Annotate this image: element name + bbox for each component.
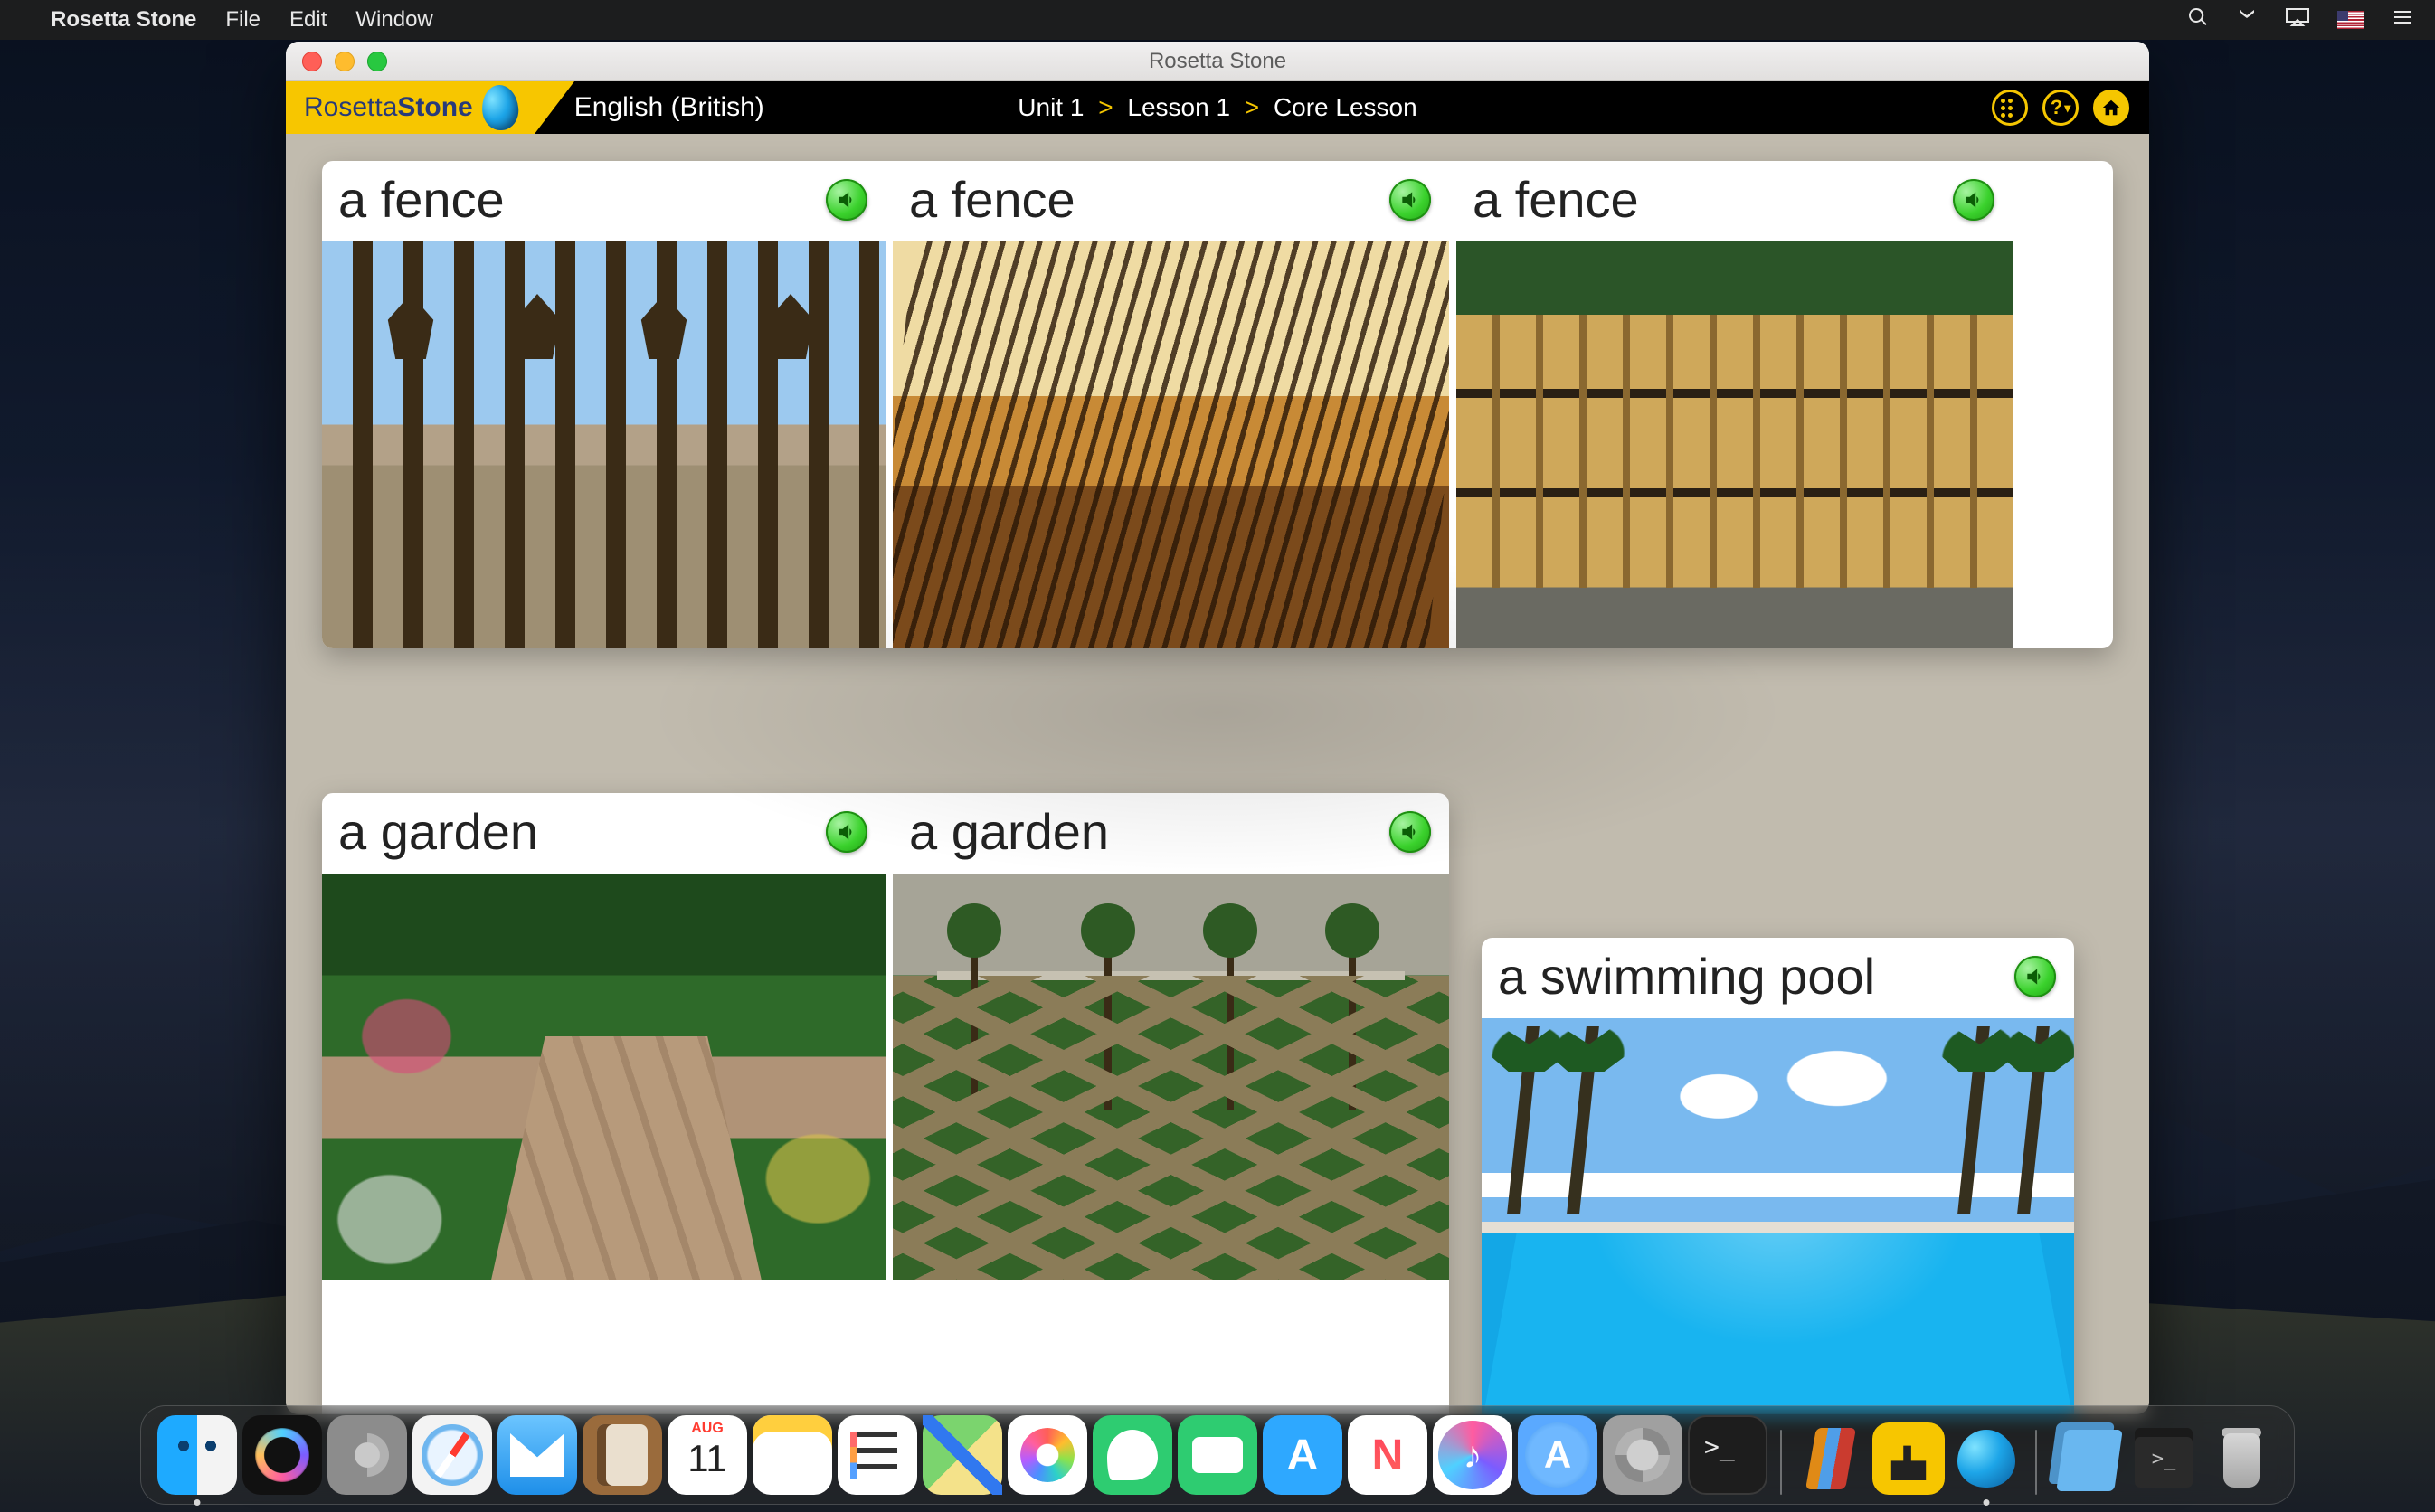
- window-title: Rosetta Stone: [286, 49, 2149, 74]
- notification-center-icon[interactable]: [2392, 6, 2413, 34]
- window-traffic-lights: [286, 52, 387, 71]
- card-group-row-1: a fence a fence: [322, 161, 2113, 648]
- macos-menubar: Rosetta Stone File Edit Window: [0, 0, 2435, 40]
- dock-itunes-icon[interactable]: [1433, 1415, 1512, 1495]
- dock-messages-icon[interactable]: [1093, 1415, 1172, 1495]
- dock-separator: [2035, 1430, 2037, 1495]
- input-source-us-flag-icon[interactable]: [2337, 11, 2364, 29]
- dock-downloads-icon[interactable]: [2050, 1422, 2122, 1495]
- dock-finder-icon[interactable]: [157, 1415, 237, 1495]
- play-audio-button[interactable]: [1389, 179, 1431, 221]
- lesson-card[interactable]: a garden: [886, 793, 1449, 1414]
- card-group-row-2a: a garden a garden: [322, 793, 1449, 1414]
- dock-system-preferences-icon[interactable]: [1603, 1415, 1682, 1495]
- play-audio-button[interactable]: [2014, 956, 2056, 997]
- menu-window[interactable]: Window: [355, 7, 432, 33]
- breadcrumb-section: Core Lesson: [1274, 93, 1417, 121]
- lesson-card[interactable]: a fence: [322, 161, 886, 648]
- dock-contacts-icon[interactable]: [583, 1415, 662, 1495]
- card-label: a swimming pool: [1498, 947, 1875, 1006]
- card-group-row-2b: a swimming pool: [1482, 938, 2074, 1414]
- dock-calendar-icon[interactable]: [668, 1415, 747, 1495]
- card-label: a fence: [909, 170, 1075, 229]
- window-close-button[interactable]: [302, 52, 322, 71]
- app-header-bar: RosettaStone English (British) Unit 1 > …: [286, 81, 2149, 134]
- lesson-work-area: a fence a fence: [286, 134, 2149, 1414]
- play-audio-button[interactable]: [1389, 811, 1431, 853]
- dock-separator: [1780, 1430, 1782, 1495]
- dock-folder-icon[interactable]: [2127, 1422, 2200, 1495]
- window-minimize-button[interactable]: [335, 52, 355, 71]
- card-label: a garden: [909, 802, 1109, 861]
- card-image-garden-formal: [893, 874, 1449, 1280]
- menu-extra-icon[interactable]: [2236, 6, 2258, 34]
- dock-books-stack-icon[interactable]: [1795, 1422, 1867, 1495]
- play-audio-button[interactable]: [1953, 179, 1994, 221]
- dock-news-icon[interactable]: [1348, 1415, 1427, 1495]
- dock-safari-icon[interactable]: [412, 1415, 492, 1495]
- card-image-garden-path: [322, 874, 886, 1280]
- macos-dock: [140, 1405, 2295, 1505]
- window-zoom-button[interactable]: [367, 52, 387, 71]
- dock-rosetta-stone-icon[interactable]: [1950, 1422, 2023, 1495]
- lesson-card[interactable]: a garden: [322, 793, 886, 1414]
- menu-edit[interactable]: Edit: [289, 7, 327, 33]
- window-titlebar[interactable]: Rosetta Stone: [286, 42, 2149, 81]
- dock-reminders-icon[interactable]: [838, 1415, 917, 1495]
- dock-terminal-icon[interactable]: [1688, 1415, 1767, 1495]
- card-label: a fence: [1473, 170, 1639, 229]
- card-image-fence-bamboo: [1456, 241, 2013, 648]
- rosetta-stone-icon: [480, 83, 520, 131]
- help-button[interactable]: ?▾: [2042, 90, 2079, 126]
- app-window: Rosetta Stone RosettaStone English (Brit…: [286, 42, 2149, 1414]
- dock-maps-icon[interactable]: [923, 1415, 1002, 1495]
- logo-text-a: Rosetta: [304, 92, 397, 122]
- language-label[interactable]: English (British): [574, 92, 764, 123]
- dock-forklift-icon[interactable]: [1872, 1422, 1945, 1495]
- breadcrumb-lesson: Lesson 1: [1127, 93, 1230, 121]
- lesson-card[interactable]: a swimming pool: [1482, 938, 2074, 1414]
- lesson-card[interactable]: a fence: [1449, 161, 2013, 648]
- card-image-swimming-pool: [1482, 1018, 2074, 1414]
- lesson-card[interactable]: a fence: [886, 161, 1449, 648]
- menu-file[interactable]: File: [225, 7, 261, 33]
- dock-photos-icon[interactable]: [1008, 1415, 1087, 1495]
- breadcrumb-unit: Unit 1: [1018, 93, 1084, 121]
- home-button[interactable]: [2093, 90, 2129, 126]
- score-overview-button[interactable]: [1992, 90, 2028, 126]
- card-label: a fence: [338, 170, 505, 229]
- rosetta-stone-logo[interactable]: RosettaStone: [286, 81, 535, 134]
- card-label: a garden: [338, 802, 538, 861]
- dock-siri-icon[interactable]: [242, 1415, 322, 1495]
- dock-trash-icon[interactable]: [2205, 1422, 2278, 1495]
- play-audio-button[interactable]: [826, 811, 867, 853]
- menubar-app-name[interactable]: Rosetta Stone: [51, 7, 196, 33]
- airplay-displays-icon[interactable]: [2285, 6, 2310, 34]
- dock-mail-icon[interactable]: [497, 1415, 577, 1495]
- dock-mac-appstore-icon[interactable]: [1518, 1415, 1597, 1495]
- dock-facetime-icon[interactable]: [1178, 1415, 1257, 1495]
- card-image-fence-iron: [322, 241, 886, 648]
- play-audio-button[interactable]: [826, 179, 867, 221]
- dock-notes-icon[interactable]: [753, 1415, 832, 1495]
- dock-appstore-icon[interactable]: [1263, 1415, 1342, 1495]
- dock-launchpad-icon[interactable]: [327, 1415, 407, 1495]
- card-image-fence-sand: [893, 241, 1449, 648]
- logo-text-b: Stone: [397, 92, 472, 122]
- spotlight-search-icon[interactable]: [2187, 6, 2209, 34]
